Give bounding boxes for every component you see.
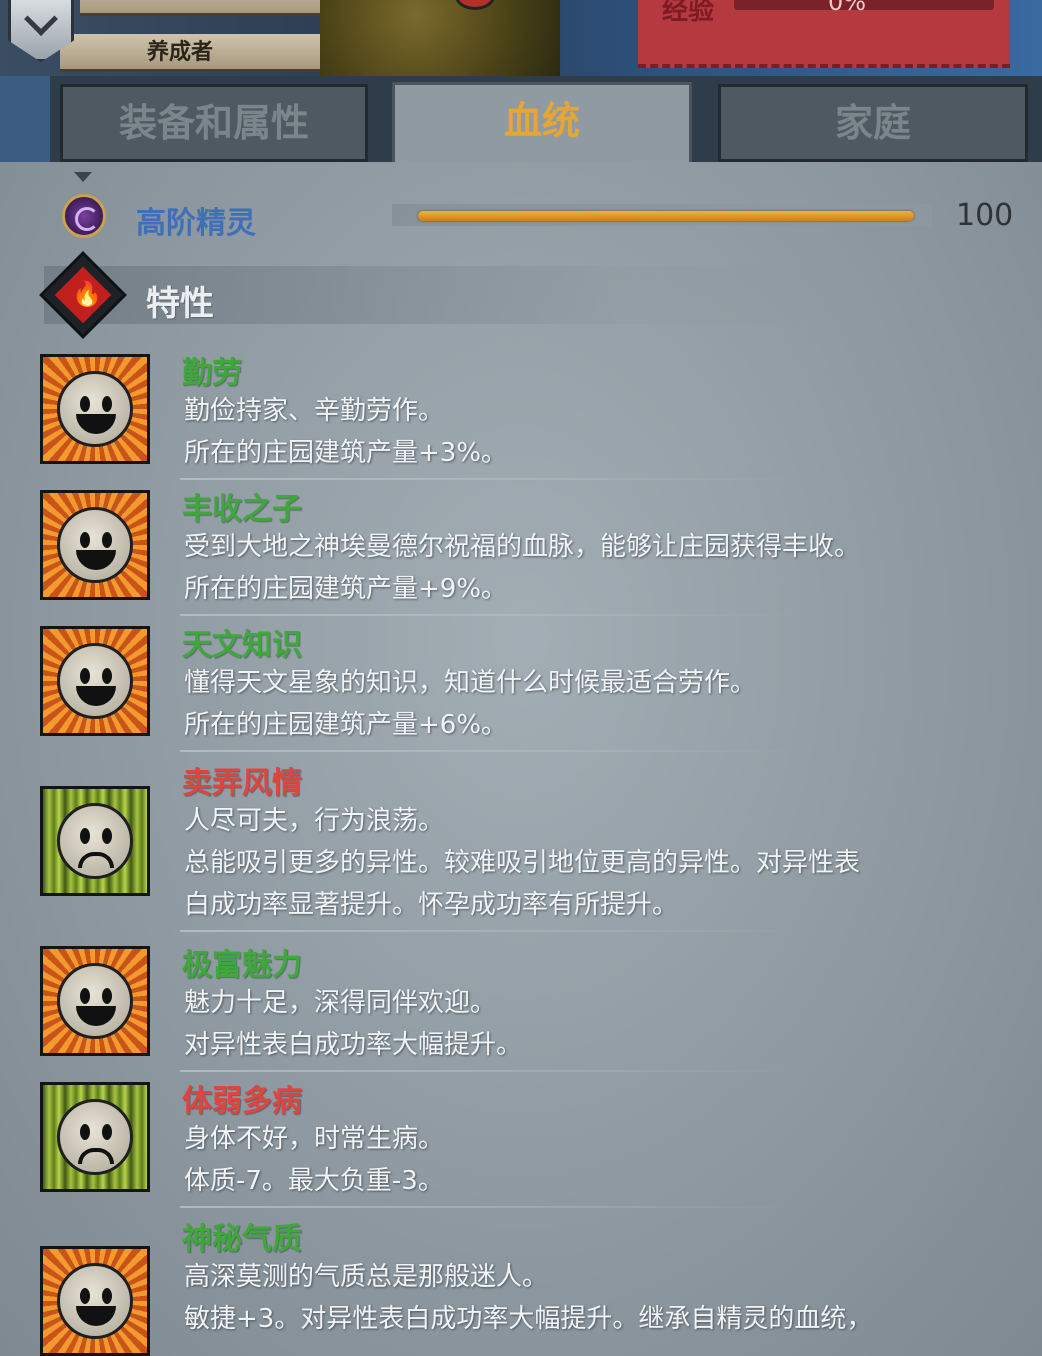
trait-description-line: 懂得天文星象的知识，知道什么时候最适合劳作。 [184,668,757,698]
exp-label: 经验 [662,0,715,26]
trait-divider [180,930,800,932]
trait-description-line: 体质-7。最大负重-3。 [184,1166,444,1196]
trait-name: 天文知识 [182,628,302,663]
trait-description-line: 勤俭持家、辛勤劳作。 [184,396,445,426]
tab-equipment-attributes[interactable]: 装备和属性 [60,84,368,162]
trait-description-line: 人尽可夫，行为浪荡。 [184,806,445,836]
trait-name: 神秘气质 [182,1222,302,1257]
trait-divider [180,750,800,752]
face-icon [57,963,133,1039]
happy-face-icon [40,946,150,1056]
trait-description-line: 魅力十足，深得同伴欢迎。 [184,988,497,1018]
trait-description-line: 敏捷+3。对异性表白成功率大幅提升。继承自精灵的血统， [184,1304,873,1334]
traits-title: 特性 [146,284,214,324]
trait-description-line: 受到大地之神埃曼德尔祝福的血脉，能够让庄园获得丰收。 [184,532,861,562]
face-icon [57,803,133,879]
trait-description-line: 高深莫测的气质总是那般迷人。 [184,1262,549,1292]
trait-name: 卖弄风情 [182,766,302,801]
spiral-orb-icon [62,194,106,238]
bloodline-row: 高阶精灵 100 [0,190,1042,246]
trait-description-line: 白成功率显著提升。怀孕成功率有所提升。 [184,890,679,920]
face-icon [57,507,133,583]
tab-family[interactable]: 家庭 [718,84,1028,162]
bloodline-bar-fill [418,211,914,221]
role-label: 养成者 [146,40,213,65]
pointer-icon [74,172,92,182]
bloodline-panel [0,162,1042,1356]
trait-name: 丰收之子 [182,492,302,527]
trait-description-line: 所在的庄园建筑产量+6%。 [184,710,508,740]
trait-divider [180,1206,800,1208]
sad-face-icon [40,786,150,896]
trait-description-line: 身体不好，时常生病。 [184,1124,445,1154]
bloodline-name: 高阶精灵 [136,206,256,241]
face-icon [57,371,133,447]
tab-bloodline[interactable]: 血统 [392,82,692,172]
face-icon [57,1263,133,1339]
experience-panel: 经验 0% [638,0,1010,68]
happy-face-icon [40,1246,150,1356]
happy-face-icon [40,626,150,736]
tab-bar: 装备和属性 血统 家庭 [0,76,1042,172]
shield-emblem-icon [24,2,58,36]
character-banner: 养成者 经验 0% [0,0,1042,76]
flame-icon: 🔥 [72,280,102,308]
trait-divider [180,1070,800,1072]
happy-face-icon [40,490,150,600]
trait-description-line: 所在的庄园建筑产量+3%。 [184,438,508,468]
trait-name: 体弱多病 [182,1084,302,1119]
trait-divider [180,614,800,616]
face-icon [57,1099,133,1175]
trait-name: 极富魅力 [182,948,302,983]
face-icon [57,643,133,719]
trait-description-line: 总能吸引更多的异性。较难吸引地位更高的异性。对异性表 [184,848,861,878]
trait-divider [180,478,800,480]
trait-name: 勤劳 [182,356,242,391]
character-portrait [320,0,560,76]
trait-description-line: 所在的庄园建筑产量+9%。 [184,574,508,604]
trait-description-line: 对异性表白成功率大幅提升。 [184,1030,523,1060]
bloodline-value: 100 [956,198,1014,233]
sad-face-icon [40,1082,150,1192]
exp-value: 0% [828,0,867,16]
happy-face-icon [40,354,150,464]
